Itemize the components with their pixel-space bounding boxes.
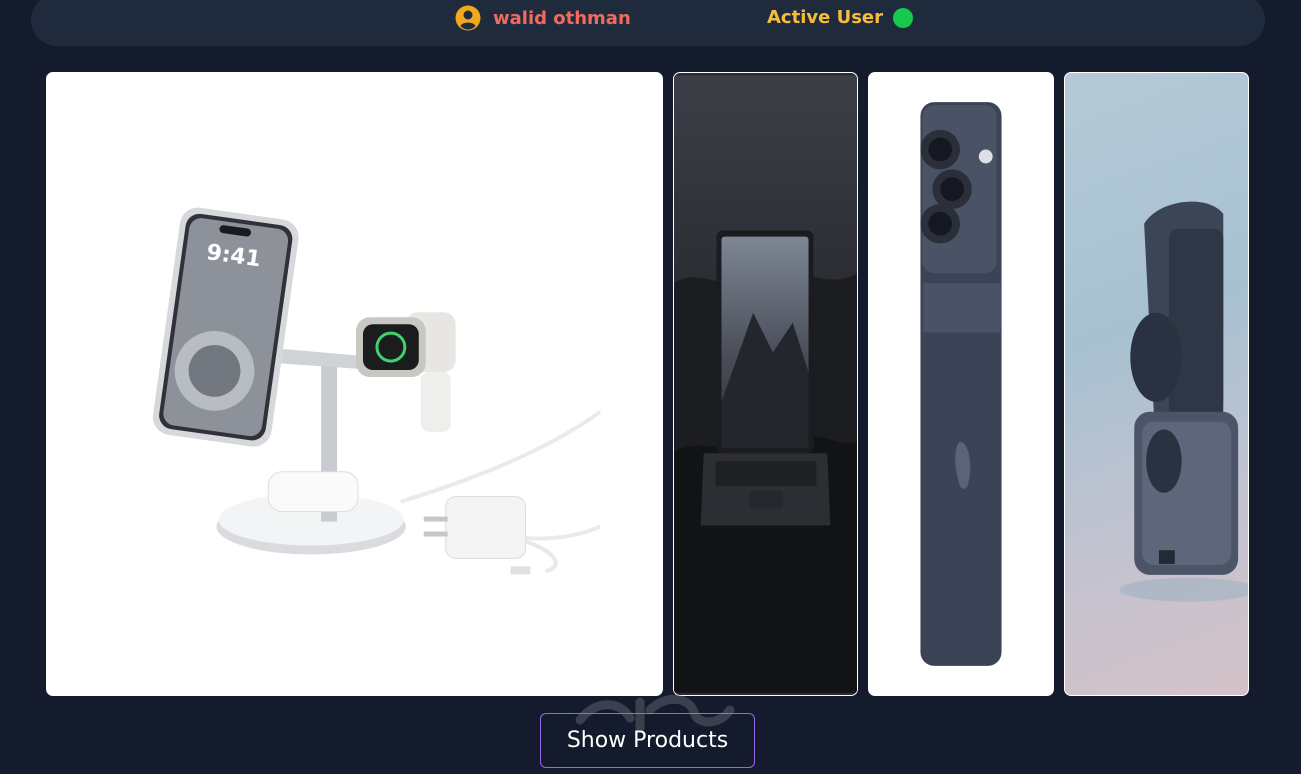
user-status: Active User [767, 7, 913, 28]
product-card-phone[interactable] [868, 72, 1054, 696]
user-info[interactable]: walid othman [455, 5, 631, 31]
status-indicator-dot [893, 7, 913, 28]
laptop-image [674, 75, 857, 693]
charging-stand-image: 9:41 [47, 73, 662, 695]
user-name: walid othman [493, 7, 631, 29]
user-circle-icon [455, 5, 481, 31]
show-products-button[interactable]: Show Products [540, 713, 755, 768]
earbuds-image [1119, 201, 1248, 602]
smartphone-image [869, 75, 1053, 693]
status-label: Active User [767, 7, 883, 28]
product-card-charger[interactable]: 9:41 [46, 72, 663, 696]
product-card-earbuds[interactable] [1064, 72, 1249, 696]
product-card-laptop[interactable] [673, 72, 858, 696]
top-bar: walid othman Active User [31, 0, 1265, 46]
